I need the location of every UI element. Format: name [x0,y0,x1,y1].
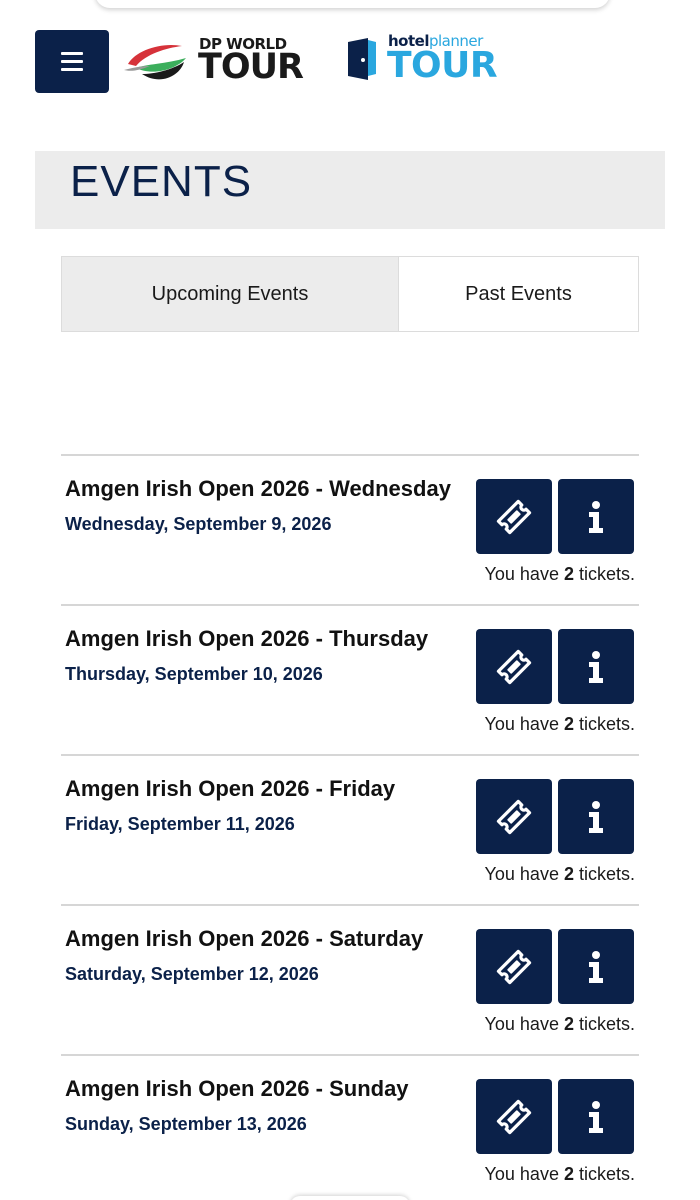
view-tickets-button[interactable] [476,479,552,554]
tickets-count-text: You have 2 tickets. [485,564,635,585]
hotelplanner-door-icon [348,38,376,80]
ticket-icon [496,949,532,984]
tickets-count-text: You have 2 tickets. [485,864,635,885]
tickets-count-text: You have 2 tickets. [485,1014,635,1035]
tickets-prefix: You have [484,864,564,884]
event-title[interactable]: Amgen Irish Open 2026 - Saturday [65,926,423,952]
view-tickets-button[interactable] [476,929,552,1004]
ticket-icon [496,1099,532,1134]
tab-past-events[interactable]: Past Events [398,257,638,331]
event-info-button[interactable] [558,629,634,704]
tickets-count: 2 [563,864,574,884]
info-icon [589,950,603,983]
events-banner: EVENTS [35,151,665,229]
site-header: DP WORLD TOUR hotelplanner TOUR [0,0,700,120]
tickets-prefix: You have [484,564,564,584]
tickets-count: 2 [563,564,574,584]
dp-world-swoosh-icon [124,44,186,80]
ticket-icon [496,799,532,834]
event-info-button[interactable] [558,779,634,854]
event-list: Amgen Irish Open 2026 - Wednesday Wednes… [61,454,639,1200]
view-tickets-button[interactable] [476,629,552,704]
tickets-prefix: You have [484,1014,564,1034]
event-date: Sunday, September 13, 2026 [65,1114,307,1134]
dp-world-logo-tour-text: TOUR [198,47,304,87]
tickets-suffix: tickets. [573,1014,635,1034]
hamburger-icon-bar [61,68,83,71]
info-icon [589,1100,603,1133]
event-date: Saturday, September 12, 2026 [65,964,319,984]
tickets-count: 2 [563,1014,574,1034]
tickets-suffix: tickets. [573,1164,635,1184]
info-icon [589,650,603,683]
event-title[interactable]: Amgen Irish Open 2026 - Wednesday [65,476,451,502]
hamburger-icon [61,52,83,55]
ticket-icon [496,499,532,534]
dp-world-tour-logo[interactable]: DP WORLD TOUR [122,30,307,90]
event-date: Thursday, September 10, 2026 [65,664,323,684]
tickets-count-text: You have 2 tickets. [485,714,635,735]
tickets-suffix: tickets. [573,714,635,734]
event-date: Wednesday, September 9, 2026 [65,514,332,534]
event-date: Friday, September 11, 2026 [65,814,295,834]
view-tickets-button[interactable] [476,779,552,854]
event-info-button[interactable] [558,1079,634,1154]
event-info-button[interactable] [558,929,634,1004]
events-tabs: Upcoming Events Past Events [61,256,639,332]
tickets-prefix: You have [484,1164,564,1184]
tickets-prefix: You have [484,714,564,734]
event-title[interactable]: Amgen Irish Open 2026 - Thursday [65,626,428,652]
event-info-button[interactable] [558,479,634,554]
tab-upcoming-events[interactable]: Upcoming Events [62,257,398,331]
event-row: Amgen Irish Open 2026 - Thursday Thursda… [61,604,639,754]
bottom-handle[interactable] [290,1196,410,1200]
info-icon [589,500,603,533]
info-icon [589,800,603,833]
event-title[interactable]: Amgen Irish Open 2026 - Sunday [65,1076,409,1102]
event-row: Amgen Irish Open 2026 - Sunday Sunday, S… [61,1054,639,1200]
event-row: Amgen Irish Open 2026 - Friday Friday, S… [61,754,639,904]
hotelplanner-tour-logo[interactable]: hotelplanner TOUR [346,30,498,90]
tickets-suffix: tickets. [573,864,635,884]
hamburger-icon-bar [61,60,83,63]
tickets-count-text: You have 2 tickets. [485,1164,635,1185]
hotelplanner-logo-tour-text: TOUR [387,45,498,86]
menu-button[interactable] [35,30,109,93]
tickets-count: 2 [563,1164,574,1184]
page-title: EVENTS [70,157,253,206]
ticket-icon [496,649,532,684]
tickets-suffix: tickets. [573,564,635,584]
event-row: Amgen Irish Open 2026 - Saturday Saturda… [61,904,639,1054]
event-row: Amgen Irish Open 2026 - Wednesday Wednes… [61,454,639,604]
event-title[interactable]: Amgen Irish Open 2026 - Friday [65,776,395,802]
tickets-count: 2 [563,714,574,734]
view-tickets-button[interactable] [476,1079,552,1154]
